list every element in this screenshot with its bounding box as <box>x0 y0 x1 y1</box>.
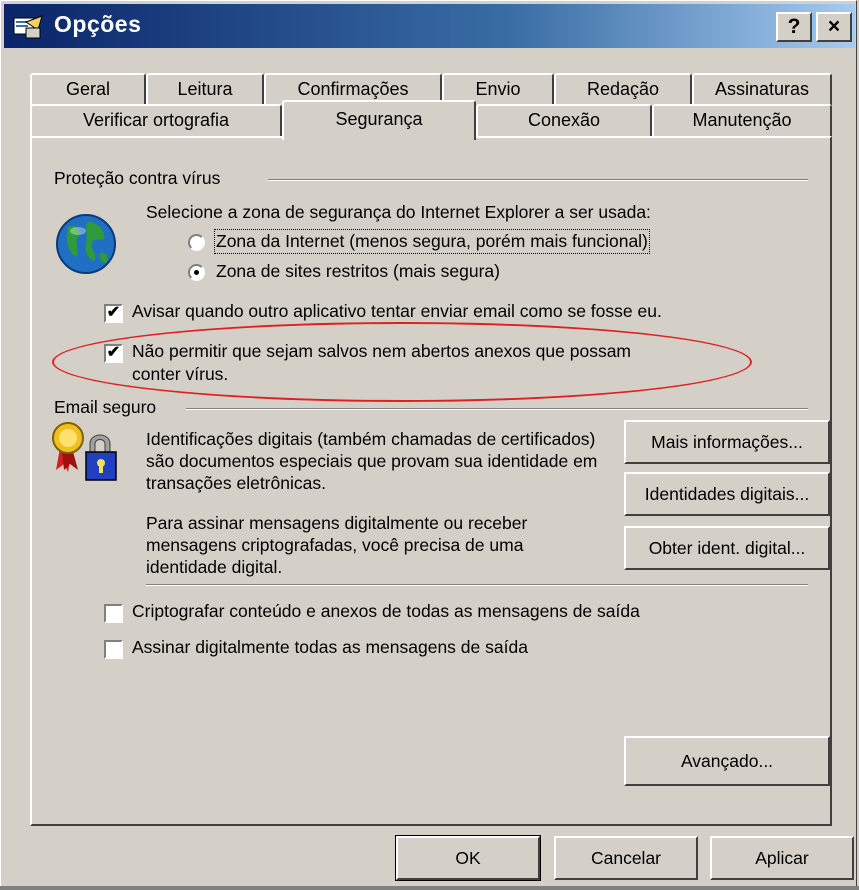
close-button[interactable]: × <box>816 12 852 42</box>
tab-assinaturas[interactable]: Assinaturas <box>692 73 832 105</box>
warn-checkbox[interactable]: ✔ <box>104 304 123 323</box>
virus-group-label: Proteção contra vírus <box>54 168 221 188</box>
encrypt-label[interactable]: Criptografar conteúdo e anexos de todas … <box>132 601 640 622</box>
help-button[interactable]: ? <box>776 12 812 42</box>
options-dialog: Opções ? × Geral Leitura Confirmações En… <box>0 0 859 890</box>
more-info-button[interactable]: Mais informações... <box>624 420 830 464</box>
restricted-zone-label[interactable]: Zona de sites restritos (mais segura) <box>216 261 500 282</box>
window-title: Opções <box>54 11 142 37</box>
tab-geral[interactable]: Geral <box>30 73 146 105</box>
title-bar[interactable]: Opções ? × <box>4 4 855 48</box>
internet-zone-label[interactable]: Zona da Internet (menos segura, porém ma… <box>214 229 650 254</box>
digital-id-description-1: Identificações digitais (também chamadas… <box>146 429 598 493</box>
ok-button[interactable]: OK <box>395 835 541 881</box>
secure-mail-group-label: Email seguro <box>54 397 157 417</box>
tab-conexao[interactable]: Conexão <box>476 104 652 136</box>
sign-label[interactable]: Assinar digitalmente todas as mensagens … <box>132 637 528 658</box>
radio-restricted-zone[interactable] <box>188 264 205 281</box>
digital-id-description-2: Para assinar mensagens digitalmente ou r… <box>146 513 528 577</box>
zone-prompt: Selecione a zona de segurança do Interne… <box>146 202 651 222</box>
cancel-button[interactable]: Cancelar <box>554 836 698 880</box>
apply-button[interactable]: Aplicar <box>710 836 854 880</box>
tab-manutencao[interactable]: Manutenção <box>652 104 832 136</box>
digital-ids-button[interactable]: Identidades digitais... <box>624 472 830 516</box>
advanced-button[interactable]: Avançado... <box>624 736 830 786</box>
secure-mail-divider <box>146 584 808 586</box>
certificate-lock-icon <box>50 418 120 488</box>
warn-label[interactable]: Avisar quando outro aplicativo tentar en… <box>132 301 662 322</box>
get-digital-id-button[interactable]: Obter ident. digital... <box>624 526 830 570</box>
tab-seguranca[interactable]: Segurança <box>282 100 476 140</box>
tab-redacao[interactable]: Redação <box>554 73 692 105</box>
active-tab-joint <box>284 135 474 139</box>
radio-internet-zone[interactable] <box>188 234 205 251</box>
globe-icon <box>54 213 118 275</box>
virus-group-divider <box>268 179 808 181</box>
tab-verificar-ortografia[interactable]: Verificar ortografia <box>30 104 282 136</box>
secure-mail-group-divider <box>186 408 808 410</box>
sign-checkbox[interactable] <box>104 640 123 659</box>
encrypt-checkbox[interactable] <box>104 604 123 623</box>
options-window-icon <box>12 12 46 40</box>
radio-selected-dot <box>194 270 199 275</box>
tab-leitura[interactable]: Leitura <box>146 73 264 105</box>
bottom-edge <box>0 886 859 890</box>
annotation-ellipse <box>52 322 752 402</box>
